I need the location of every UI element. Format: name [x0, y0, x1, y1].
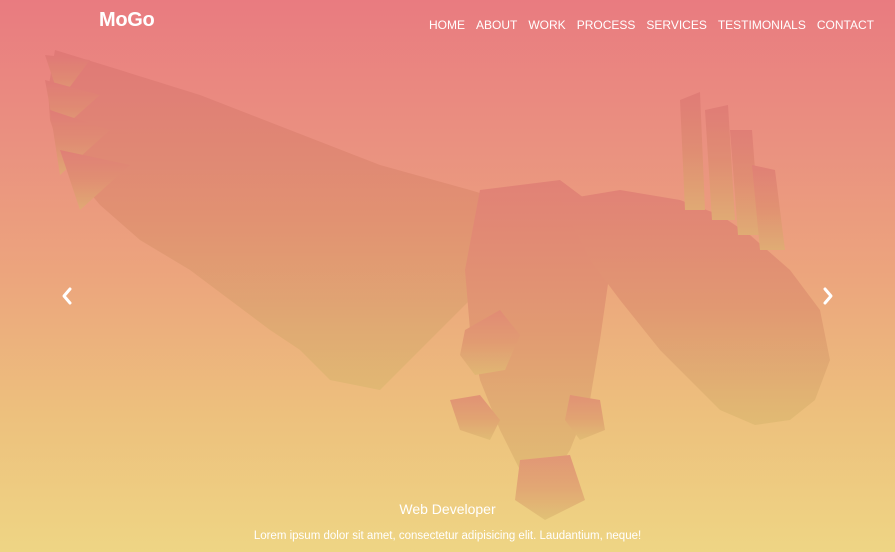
nav-item-work[interactable]: WORK [528, 17, 565, 33]
chevron-left-icon [62, 287, 72, 305]
slide-caption-title: Web Developer [399, 501, 496, 517]
nav-item-testimonials[interactable]: TESTIMONIALS [718, 17, 806, 33]
nav-item-contact[interactable]: CONTACT [817, 17, 874, 33]
slider-prev-button[interactable] [59, 284, 75, 308]
hero-slider: MoGo HOME ABOUT WORK PROCESS SERVICES TE… [0, 0, 895, 552]
nav-item-services[interactable]: SERVICES [646, 17, 706, 33]
chevron-right-icon [823, 287, 833, 305]
slide-caption-text: Lorem ipsum dolor sit amet, consectetur … [253, 530, 642, 542]
brand-logo[interactable]: MoGo [99, 9, 155, 32]
eagle-background-image [45, 50, 830, 520]
main-navigation: HOME ABOUT WORK PROCESS SERVICES TESTIMO… [429, 17, 874, 33]
nav-item-about[interactable]: ABOUT [476, 17, 517, 33]
nav-item-process[interactable]: PROCESS [577, 17, 636, 33]
nav-item-home[interactable]: HOME [429, 17, 465, 33]
slider-next-button[interactable] [820, 284, 836, 308]
